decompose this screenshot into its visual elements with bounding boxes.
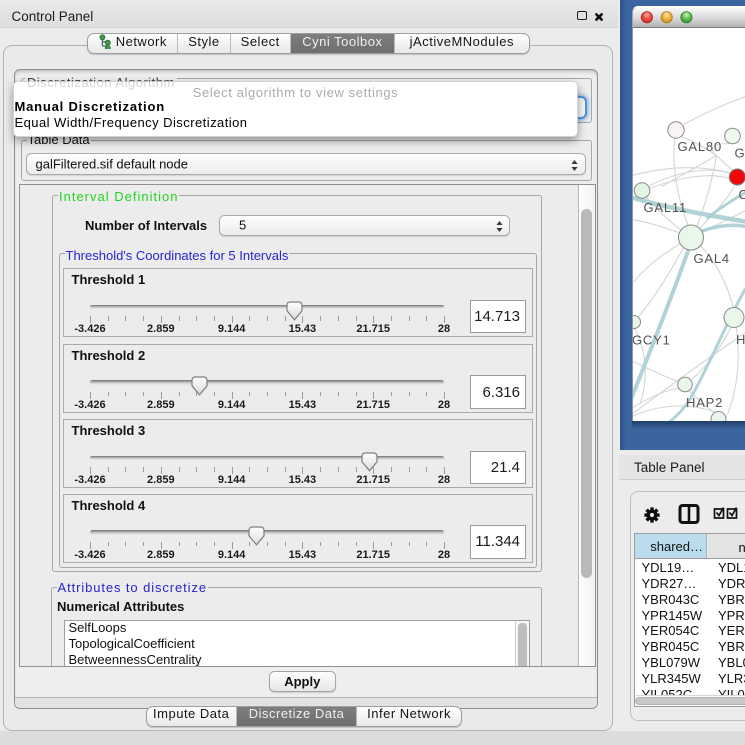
svg-text:GAL80: GAL80 [677,139,721,154]
svg-text:GA: GA [734,145,745,160]
svg-text:GAL11: GAL11 [643,200,687,215]
svg-text:HAP2: HAP2 [686,395,723,410]
svg-text:C: C [738,187,745,202]
svg-text:GAL4: GAL4 [693,251,729,266]
svg-text:GCY1: GCY1 [633,332,671,347]
svg-text:H: H [736,332,745,347]
